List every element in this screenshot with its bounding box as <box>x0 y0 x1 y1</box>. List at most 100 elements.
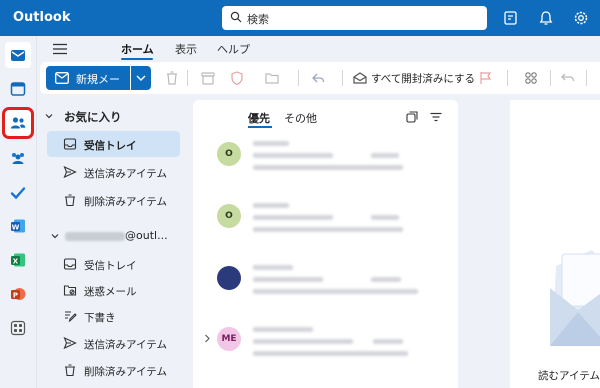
tab-home[interactable]: ホーム <box>121 41 154 57</box>
filter-icon[interactable] <box>429 110 443 124</box>
mark-all-read-button[interactable]: すべて開封済みにする <box>371 71 475 86</box>
hamburger-menu-icon[interactable] <box>53 43 67 55</box>
folder-drafts[interactable]: 下書き <box>47 303 180 329</box>
message-list: 優先 その他 O O ME <box>193 100 458 388</box>
inbox-icon <box>63 258 77 270</box>
mail-icon <box>11 50 25 61</box>
rail-calendar[interactable] <box>5 76 31 102</box>
folder-pane: お気に入り 受信トレイ 送信済みアイテム 削除済みアイテム @outl... 受… <box>37 94 190 388</box>
empty-envelope-illustration <box>550 250 600 346</box>
chevron-down-icon <box>136 75 146 81</box>
rail-powerpoint[interactable]: P <box>5 281 31 307</box>
folder-favorite-inbox[interactable]: 受信トレイ <box>47 131 180 157</box>
flag-icon[interactable] <box>478 70 494 86</box>
folder-label: 送信済みアイテム <box>84 339 167 351</box>
folder-inbox[interactable]: 受信トレイ <box>47 251 180 277</box>
chevron-down-icon[interactable] <box>45 112 53 120</box>
new-mail-dropdown[interactable] <box>131 66 151 90</box>
search-box[interactable]: 検索 <box>222 6 487 30</box>
rail-excel[interactable]: X <box>5 247 31 273</box>
rail-people[interactable] <box>2 107 34 139</box>
mail-icon <box>55 72 69 84</box>
excel-icon: X <box>11 253 25 267</box>
subject-redacted <box>253 215 333 220</box>
folder-favorite-sent[interactable]: 送信済みアイテム <box>47 159 180 185</box>
subject-redacted <box>253 339 353 344</box>
subject-redacted <box>253 277 323 282</box>
folder-sent[interactable]: 送信済みアイテム <box>47 330 180 356</box>
sender-redacted <box>253 141 289 146</box>
divider <box>586 70 587 86</box>
message-item[interactable]: O <box>193 132 458 190</box>
undo-icon[interactable] <box>560 70 576 86</box>
chevron-right-icon[interactable] <box>204 334 211 343</box>
account-name-redacted <box>65 231 125 241</box>
delete-icon[interactable] <box>164 70 180 86</box>
sender-redacted <box>253 265 293 270</box>
app-rail: W X P <box>0 36 37 388</box>
calendar-icon <box>10 82 26 96</box>
new-mail-button[interactable]: 新規メール <box>46 66 130 102</box>
search-icon <box>230 11 242 23</box>
divider <box>507 70 508 86</box>
account-suffix: @outl... <box>125 229 168 242</box>
message-item[interactable] <box>193 256 458 314</box>
account-header[interactable]: @outl... <box>65 229 168 242</box>
inbox-icon <box>63 138 77 150</box>
date-redacted <box>371 277 401 282</box>
groups-icon <box>12 153 24 164</box>
folder-label: 迷惑メール <box>84 286 137 298</box>
rail-todo[interactable] <box>5 180 31 206</box>
app-title[interactable]: Outlook <box>13 10 70 25</box>
folder-deleted[interactable]: 削除済みアイテム <box>47 357 180 383</box>
top-bar: Outlook 検索 <box>0 0 600 36</box>
tab-other[interactable]: その他 <box>284 110 317 126</box>
select-mode-icon[interactable] <box>405 110 419 124</box>
rail-more-apps[interactable] <box>5 315 31 341</box>
folder-label: 送信済みアイテム <box>84 168 167 180</box>
tab-help[interactable]: ヘルプ <box>217 41 250 57</box>
divider <box>550 70 551 86</box>
ribbon-tabs: ホーム 表示 ヘルプ <box>37 36 600 62</box>
compose-note-icon[interactable] <box>502 9 520 27</box>
trash-icon <box>65 364 75 377</box>
message-item[interactable]: ME <box>193 318 458 376</box>
chevron-down-icon[interactable] <box>51 232 59 240</box>
tab-view[interactable]: 表示 <box>175 41 197 57</box>
report-shield-icon[interactable] <box>229 70 245 86</box>
divider <box>187 70 188 86</box>
gear-icon[interactable] <box>572 9 590 27</box>
date-redacted <box>371 153 399 158</box>
divider <box>298 70 299 86</box>
bell-icon[interactable] <box>537 9 555 27</box>
date-redacted <box>373 339 403 344</box>
divider <box>342 70 343 86</box>
sender-avatar: O <box>217 204 241 228</box>
sender-redacted <box>253 203 289 208</box>
message-item[interactable]: O <box>193 194 458 252</box>
folder-junk[interactable]: 迷惑メール <box>47 277 180 303</box>
checkmark-icon <box>10 187 26 200</box>
reply-icon[interactable] <box>310 70 326 86</box>
rail-word[interactable]: W <box>5 213 31 239</box>
apps-icon[interactable] <box>523 70 539 86</box>
reading-pane-hint: 読むアイテムを <box>538 370 600 382</box>
sender-avatar <box>217 266 241 290</box>
date-redacted <box>371 215 399 220</box>
word-icon: W <box>11 219 25 233</box>
preview-redacted <box>253 227 403 232</box>
rail-groups[interactable] <box>5 145 31 171</box>
envelope-open-icon[interactable] <box>352 70 368 86</box>
draft-icon <box>65 311 77 323</box>
folder-favorite-deleted[interactable]: 削除済みアイテム <box>47 187 180 213</box>
trash-icon <box>65 194 75 207</box>
reading-pane: 読むアイテムを <box>510 100 600 388</box>
tab-focused[interactable]: 優先 <box>248 110 270 126</box>
apps-grid-icon <box>10 320 26 336</box>
people-icon <box>10 117 26 129</box>
favorites-header[interactable]: お気に入り <box>64 109 122 125</box>
rail-mail[interactable] <box>5 42 31 68</box>
move-folder-icon[interactable] <box>264 70 280 86</box>
preview-redacted <box>253 165 403 170</box>
archive-icon[interactable] <box>200 70 216 86</box>
